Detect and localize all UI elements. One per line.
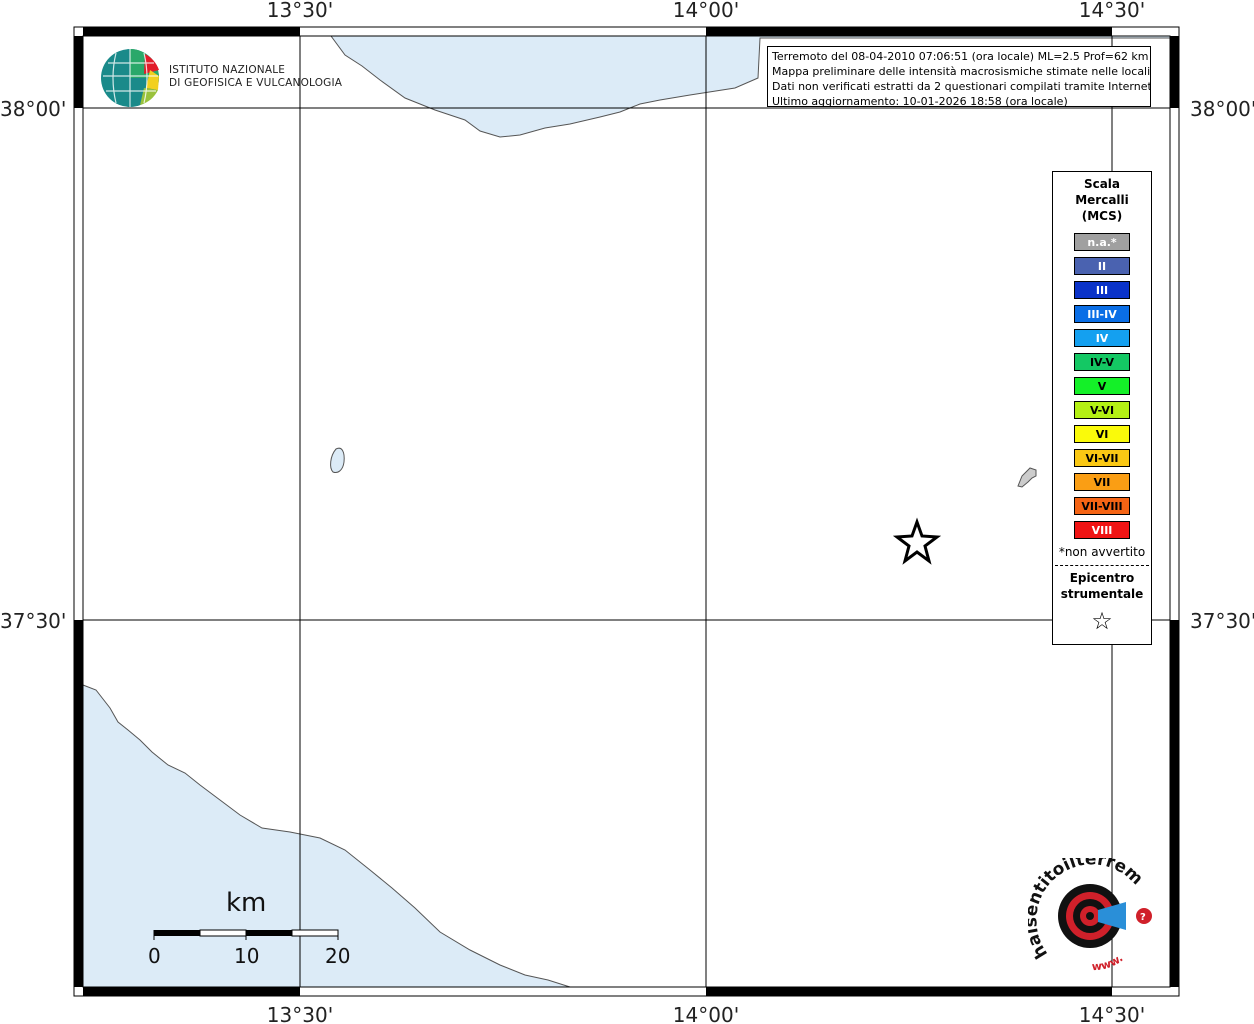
event-info-line2: Mappa preliminare delle intensità macros… [772,65,1151,78]
legend-swatch: n.a.* [1074,233,1130,251]
scale-tick-0: 0 [148,944,161,968]
hst-logo[interactable]: ? haisentitoilterremoto.it www. [1021,843,1163,978]
legend-swatch: VI [1074,425,1130,443]
legend-swatch: VII-VIII [1074,497,1130,515]
lon-label-top-1: 13°30' [267,0,333,22]
legend-swatch: VI-VII [1074,449,1130,467]
legend-title-line2: Mercalli [1075,193,1129,207]
hst-www-text: www. [1091,952,1125,974]
svg-text:www.: www. [1091,952,1125,974]
legend-star-icon: ☆ [1091,607,1113,635]
lon-label-bottom-1: 13°30' [267,1003,333,1024]
legend-epicenter-line1: Epicentro [1069,571,1135,585]
lat-label-left-2: 37°30' [0,609,66,633]
legend-swatch: II [1074,257,1130,275]
lon-label-bottom-3: 14°30' [1079,1003,1145,1024]
event-info-box: Terremoto del 08-04-2010 07:06:51 (ora l… [767,46,1151,107]
lat-label-right-2: 37°30' [1190,609,1254,633]
lon-label-top-3: 14°30' [1079,0,1145,22]
event-info-line1: Terremoto del 08-04-2010 07:06:51 (ora l… [772,50,1149,63]
ingv-globe-icon [101,49,159,107]
ingv-name: ISTITUTO NAZIONALE DI GEOFISICA E VULCAN… [169,64,342,90]
legend-swatch: V-VI [1074,401,1130,419]
ingv-name-line1: ISTITUTO NAZIONALE [169,64,286,76]
legend-title: Scala Mercalli (MCS) [1053,176,1151,224]
mcs-legend: Scala Mercalli (MCS) n.a.* II III III-IV IV I… [1052,171,1152,645]
lon-label-top-2: 14°00' [673,0,739,22]
ingv-name-line2: DI GEOFISICA E VULCANOLOGIA [169,77,343,89]
event-info-line3: Dati non verificati estratti da 2 questi… [772,80,1151,93]
scale-unit: km [226,888,267,918]
legend-swatch: III [1074,281,1130,299]
legend-epicenter-label: Epicentro strumentale [1053,570,1151,602]
legend-swatch: VII [1074,473,1130,491]
legend-swatch: V [1074,377,1130,395]
svg-text:?: ? [1140,912,1146,923]
lon-label-bottom-2: 14°00' [673,1003,739,1024]
lat-label-left-1: 38°00' [0,97,66,121]
scale-tick-20: 20 [325,944,351,968]
scale-tick-10: 10 [234,944,260,968]
legend-swatch: III-IV [1074,305,1130,323]
event-info-line4: Ultimo aggiornamento: 10-01-2026 18:58 (… [772,95,1068,107]
legend-title-line1: Scala [1083,177,1121,191]
hst-target-icon: ? haisentitoilterremoto.it www. [1021,843,1152,974]
legend-swatch: IV-V [1074,353,1130,371]
lat-label-right-1: 38°00' [1190,97,1254,121]
legend-divider [1055,565,1149,566]
legend-swatch-list: n.a.* II III III-IV IV IV-V V V-VI VI VI-VII VII VI… [1053,233,1151,539]
legend-epicenter-line2: strumentale [1060,587,1144,601]
legend-title-line3: (MCS) [1081,209,1123,223]
legend-swatch: IV [1074,329,1130,347]
legend-swatch: VIII [1074,521,1130,539]
legend-note: *non avvertito [1058,545,1146,559]
